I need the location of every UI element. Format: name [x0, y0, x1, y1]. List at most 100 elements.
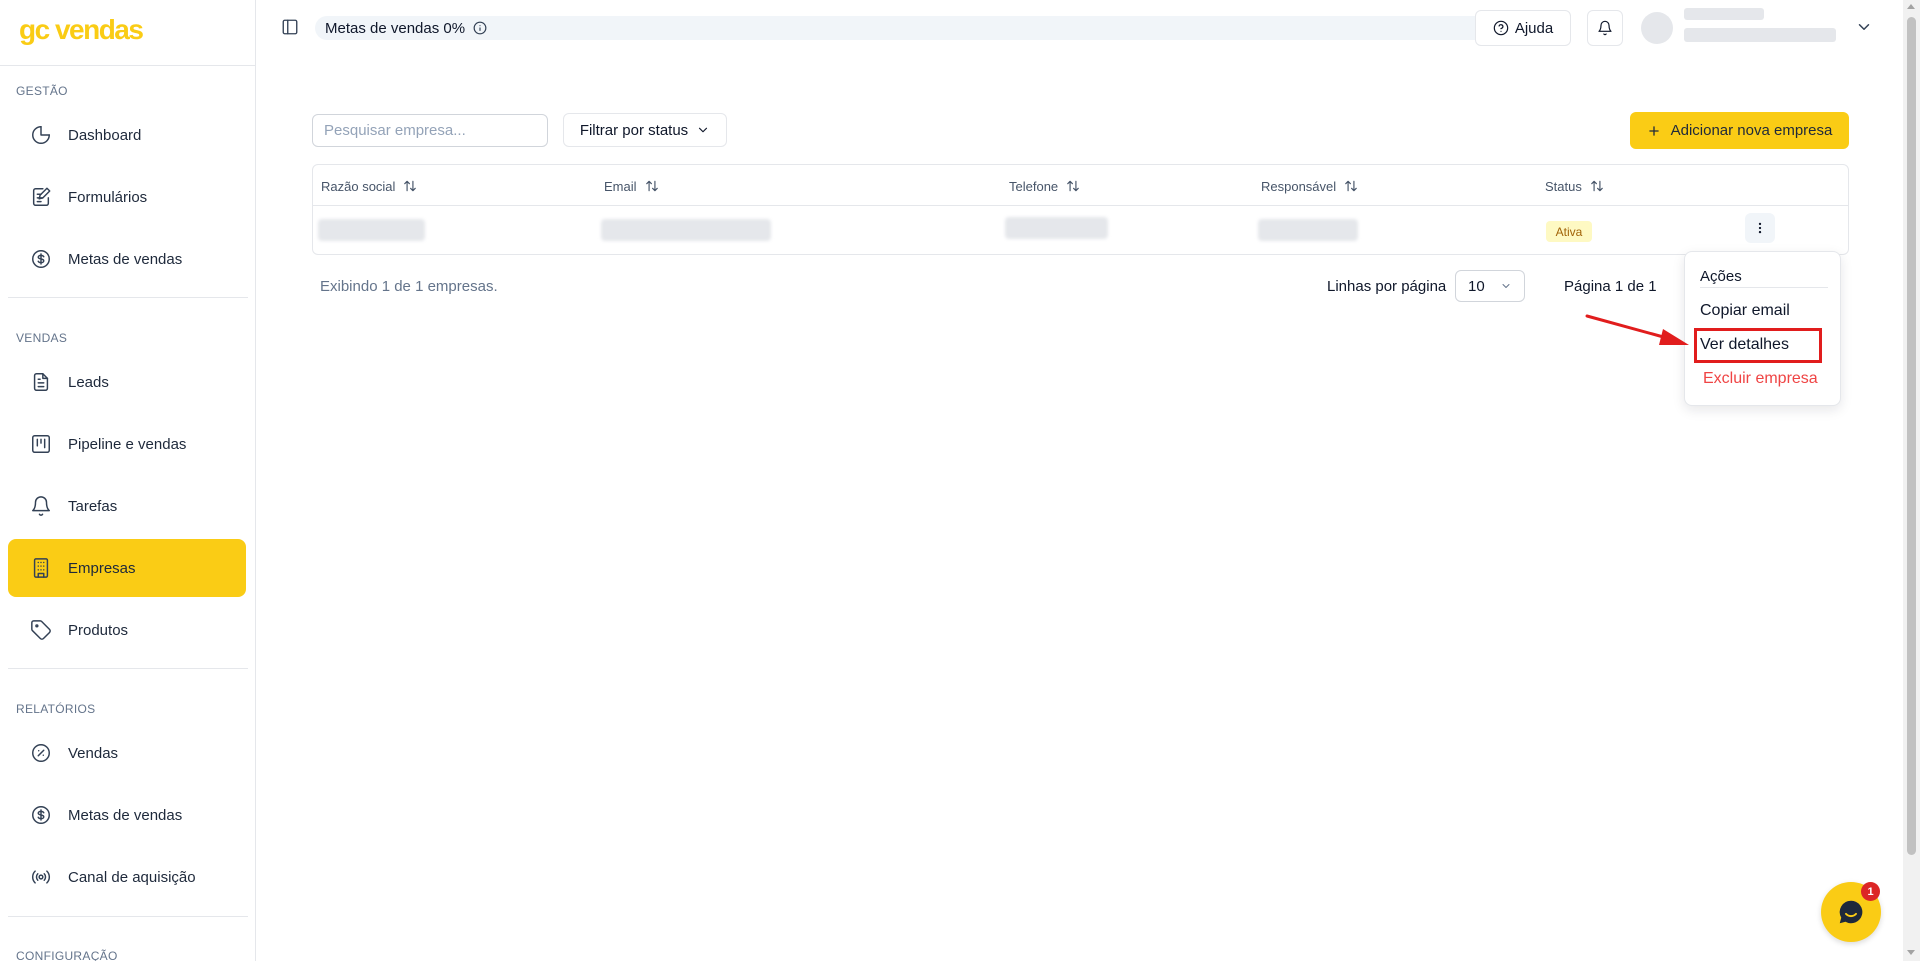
dollar-circle-icon [29, 247, 53, 271]
rows-per-page-select[interactable]: 10 [1455, 270, 1525, 302]
sidebar-item-label: Vendas [68, 744, 119, 762]
status-badge: Ativa [1546, 221, 1592, 242]
page-info: Página 1 de 1 [1564, 278, 1657, 295]
divider [8, 297, 248, 298]
pie-chart-icon [29, 123, 53, 147]
document-icon [29, 370, 53, 394]
divider [0, 65, 255, 66]
sidebar-item-produtos[interactable]: Produtos [8, 601, 246, 659]
sidebar-item-label: Dashboard [68, 126, 142, 144]
building-icon [29, 556, 53, 580]
user-email-redacted [1684, 28, 1836, 42]
help-circle-icon [1493, 20, 1509, 36]
sidebar-item-label: Metas de vendas [68, 806, 183, 824]
column-header-label: Email [604, 178, 637, 194]
search-input[interactable] [312, 114, 548, 147]
menu-divider [1700, 287, 1828, 288]
results-count: Exibindo 1 de 1 empresas. [320, 278, 498, 295]
sales-goal-label: Metas de vendas 0% [325, 19, 466, 37]
rows-per-page-value: 10 [1468, 277, 1485, 295]
tag-icon [29, 618, 53, 642]
page-scrollbar[interactable] [1903, 0, 1920, 961]
sidebar-item-relatorio-metas-de-vendas[interactable]: Metas de vendas [8, 786, 246, 844]
sidebar-item-label: Canal de aquisição [68, 868, 196, 886]
cell-telefone-redacted [1005, 217, 1108, 239]
bell-icon [29, 494, 53, 518]
sidebar-item-dashboard[interactable]: Dashboard [8, 106, 246, 164]
cell-razao-social-redacted [318, 219, 425, 241]
chevron-down-icon [699, 127, 708, 133]
sort-icon [404, 180, 417, 192]
sidebar-item-metas-de-vendas[interactable]: Metas de vendas [8, 230, 246, 288]
notifications-button[interactable] [1587, 10, 1623, 46]
filter-status-button[interactable]: Filtrar por status [563, 113, 727, 147]
help-button-label: Ajuda [1514, 19, 1554, 37]
cell-responsavel-redacted [1258, 219, 1358, 241]
scroll-up-arrow[interactable] [1907, 4, 1915, 9]
menu-item-delete-company[interactable]: Excluir empresa [1703, 370, 1818, 388]
chevron-down-icon[interactable] [1855, 18, 1873, 36]
companies-table: Razão social Email Telefone Responsável … [312, 164, 1849, 255]
dollar-circle-icon [29, 803, 53, 827]
sort-icon [1067, 180, 1079, 192]
section-title-configuracao: CONFIGURAÇÃO [16, 949, 118, 961]
annotation-arrow [1585, 314, 1689, 345]
sidebar-item-empresas[interactable]: Empresas [8, 539, 246, 597]
menu-title: Ações [1700, 268, 1742, 285]
column-header-label: Responsável [1261, 178, 1337, 194]
column-header-label: Razão social [321, 178, 396, 194]
bell-icon [1598, 20, 1612, 36]
sidebar-item-label: Leads [68, 373, 109, 391]
add-company-button[interactable]: Adicionar nova empresa [1630, 112, 1849, 149]
section-title-gestao: GESTÃO [16, 84, 68, 98]
divider [8, 668, 248, 669]
row-divider [313, 205, 1848, 206]
sidebar-item-vendas[interactable]: Vendas [8, 724, 246, 782]
plus-icon [1648, 125, 1659, 136]
row-actions-button[interactable] [1745, 213, 1775, 243]
menu-item-copy-email[interactable]: Copiar email [1700, 302, 1790, 320]
cell-email-redacted [601, 219, 771, 241]
chevron-down-icon [1502, 284, 1510, 288]
sidebar-item-leads[interactable]: Leads [8, 353, 246, 411]
section-title-relatorios: RELATÓRIOS [16, 702, 96, 716]
column-header-razao-social[interactable]: Razão social [321, 178, 417, 194]
scroll-down-arrow[interactable] [1907, 950, 1915, 955]
sidebar-item-label: Formulários [68, 188, 148, 206]
filter-status-label: Filtrar por status [579, 121, 689, 139]
sort-icon [645, 180, 658, 192]
section-title-vendas: VENDAS [16, 331, 68, 345]
sidebar-item-label: Tarefas [68, 497, 118, 515]
sidebar-item-formularios[interactable]: Formulários [8, 168, 246, 226]
annotation-highlight-box [1694, 328, 1822, 363]
sidebar-item-label: Metas de vendas [68, 250, 183, 268]
user-name-redacted [1684, 8, 1764, 20]
add-company-label: Adicionar nova empresa [1670, 122, 1833, 139]
column-header-telefone[interactable]: Telefone [1009, 178, 1080, 194]
sidebar-toggle-icon[interactable] [281, 18, 301, 38]
avatar[interactable] [1641, 12, 1673, 44]
scroll-thumb[interactable] [1907, 17, 1916, 855]
info-icon[interactable] [473, 21, 487, 35]
sort-icon [1591, 180, 1603, 192]
sales-goal-progress: Metas de vendas 0% [315, 16, 1517, 40]
sidebar: gc vendas GESTÃO Dashboard Formulários M… [0, 0, 256, 961]
sidebar-item-label: Pipeline e vendas [68, 435, 187, 453]
sidebar-item-label: Produtos [68, 621, 129, 639]
column-header-status[interactable]: Status [1545, 179, 1604, 194]
topbar: Metas de vendas 0% Ajuda [257, 0, 1900, 56]
more-vertical-icon [1758, 222, 1762, 234]
kanban-icon [29, 432, 53, 456]
column-header-responsavel[interactable]: Responsável [1261, 178, 1358, 194]
sidebar-item-canal-de-aquisicao[interactable]: Canal de aquisição [8, 848, 246, 906]
rows-per-page-label: Linhas por página [1327, 278, 1447, 295]
divider [8, 916, 248, 917]
chat-unread-badge: 1 [1861, 882, 1880, 901]
column-header-email[interactable]: Email [604, 178, 659, 194]
sidebar-item-tarefas[interactable]: Tarefas [8, 477, 246, 535]
help-button[interactable]: Ajuda [1475, 10, 1571, 46]
column-header-label: Telefone [1009, 178, 1059, 194]
radio-signal-icon [29, 865, 53, 889]
sidebar-item-pipeline-e-vendas[interactable]: Pipeline e vendas [8, 415, 246, 473]
app-logo: gc vendas [19, 14, 144, 45]
